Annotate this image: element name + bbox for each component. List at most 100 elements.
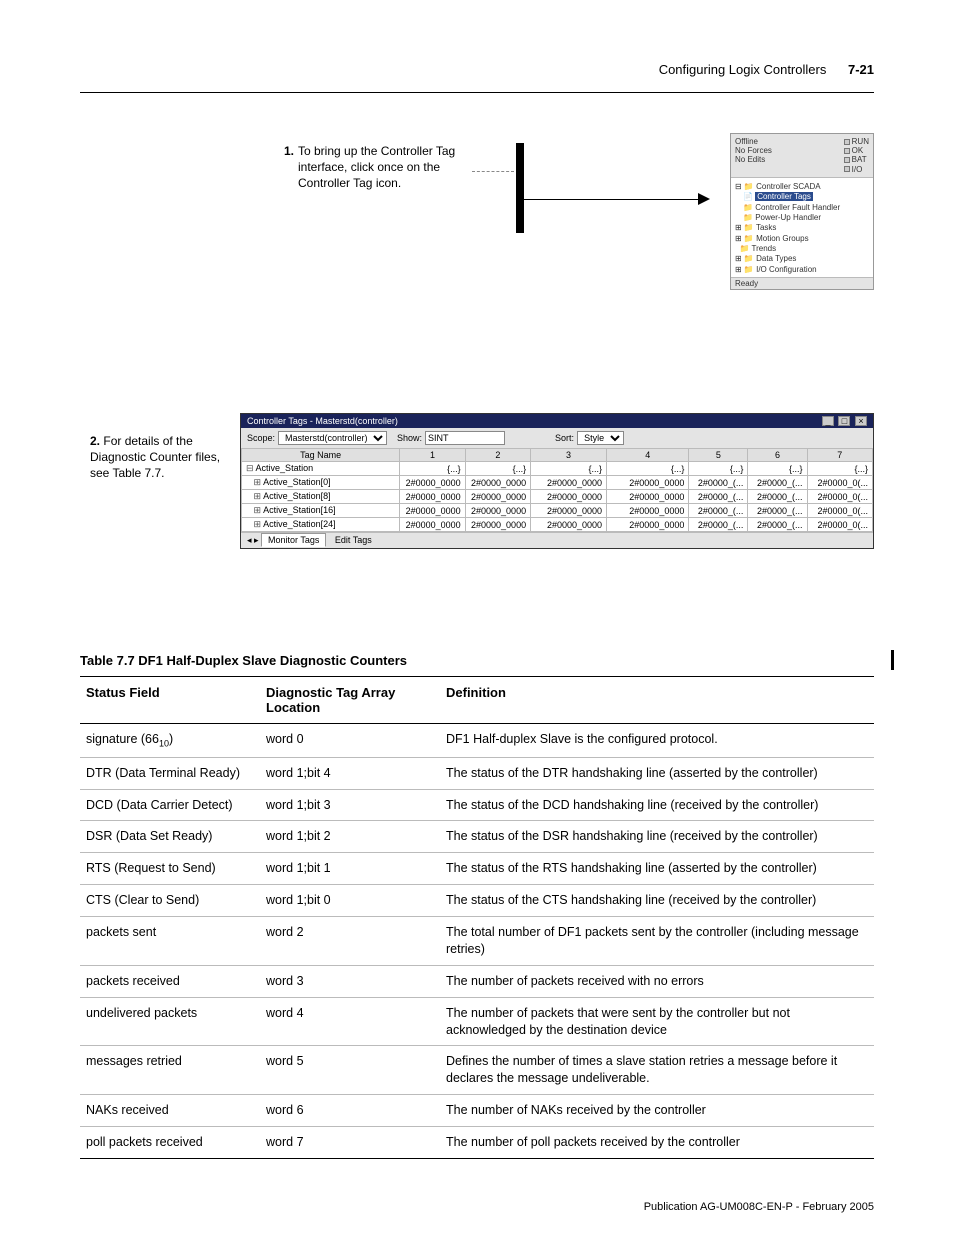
table-row[interactable]: ⊞Active_Station[16]2#0000_00002#0000_000…	[242, 504, 873, 518]
tab-monitor[interactable]: Monitor Tags	[261, 533, 326, 547]
tag-name-cell[interactable]: ⊟Active_Station	[242, 462, 400, 476]
table-row[interactable]: ⊞Active_Station[24]2#0000_00002#0000_000…	[242, 518, 873, 532]
value-cell[interactable]: 2#0000_0000	[607, 504, 689, 518]
tab-edit[interactable]: Edit Tags	[329, 534, 378, 546]
value-cell[interactable]: {...}	[465, 462, 530, 476]
value-cell[interactable]: {...}	[748, 462, 807, 476]
table-row: NAKs receivedword 6The number of NAKs re…	[80, 1095, 874, 1127]
value-cell[interactable]: 2#0000_0000	[465, 490, 530, 504]
status-field-cell: poll packets received	[80, 1127, 260, 1159]
minimize-icon[interactable]: _	[822, 416, 834, 426]
definition-cell: The status of the CTS handshaking line (…	[440, 885, 874, 917]
value-cell[interactable]: 2#0000_0000	[531, 504, 607, 518]
tree-io-config[interactable]: ⊞ 📁 I/O Configuration	[735, 265, 869, 275]
value-cell[interactable]: {...}	[807, 462, 873, 476]
value-cell[interactable]: 2#0000_(...	[748, 476, 807, 490]
value-cell[interactable]: 2#0000_0000	[531, 476, 607, 490]
table-row: DCD (Data Carrier Detect)word 1;bit 3The…	[80, 789, 874, 821]
tags-tabs: ◂ ▸ Monitor Tags Edit Tags	[241, 532, 873, 548]
value-cell[interactable]: 2#0000_0000	[400, 504, 465, 518]
step2-text: 2. For details of the Diagnostic Counter…	[90, 433, 230, 482]
col-5[interactable]: 5	[689, 449, 748, 462]
col-7[interactable]: 7	[807, 449, 873, 462]
col-1[interactable]: 1	[400, 449, 465, 462]
definition-cell: The total number of DF1 packets sent by …	[440, 917, 874, 966]
tag-name-cell[interactable]: ⊞Active_Station[0]	[242, 476, 400, 490]
table-row: messages retriedword 5Defines the number…	[80, 1046, 874, 1095]
value-cell[interactable]: 2#0000_0000	[607, 476, 689, 490]
th-status-field: Status Field	[80, 677, 260, 724]
close-icon[interactable]: ×	[855, 416, 867, 426]
value-cell[interactable]: 2#0000_0(...	[807, 476, 873, 490]
value-cell[interactable]: 2#0000_(...	[748, 490, 807, 504]
definition-cell: The status of the DSR handshaking line (…	[440, 821, 874, 853]
diagnostic-counters-table: Status Field Diagnostic Tag Array Locati…	[80, 676, 874, 1159]
value-cell[interactable]: {...}	[400, 462, 465, 476]
led-run-row: RUN	[844, 137, 869, 146]
col-tagname[interactable]: Tag Name	[242, 449, 400, 462]
expand-icon[interactable]: ⊞	[254, 491, 262, 501]
maximize-icon[interactable]: □	[838, 416, 850, 426]
tag-name-cell[interactable]: ⊞Active_Station[24]	[242, 518, 400, 532]
value-cell[interactable]: {...}	[689, 462, 748, 476]
col-6[interactable]: 6	[748, 449, 807, 462]
col-3[interactable]: 3	[531, 449, 607, 462]
project-tree[interactable]: ⊟ 📁 Controller SCADA 📄 Controller Tags 📁…	[731, 177, 873, 278]
value-cell[interactable]: 2#0000_(...	[689, 490, 748, 504]
controller-status-bar: Offline No Forces No Edits RUN OK BAT I/…	[731, 134, 873, 177]
col-4[interactable]: 4	[607, 449, 689, 462]
scope-select[interactable]: Masterstd(controller)	[278, 431, 387, 445]
expand-icon[interactable]: ⊞	[254, 477, 262, 487]
leader-line	[472, 171, 514, 172]
value-cell[interactable]: 2#0000_(...	[689, 476, 748, 490]
definition-cell: The status of the DTR handshaking line (…	[440, 757, 874, 789]
value-cell[interactable]: 2#0000_0000	[400, 518, 465, 532]
value-cell[interactable]: 2#0000_0000	[531, 518, 607, 532]
col-2[interactable]: 2	[465, 449, 530, 462]
value-cell[interactable]: 2#0000_0000	[607, 490, 689, 504]
status-field-cell: DTR (Data Terminal Ready)	[80, 757, 260, 789]
tree-datatypes[interactable]: ⊞ 📁 Data Types	[735, 254, 869, 264]
value-cell[interactable]: 2#0000_0(...	[807, 504, 873, 518]
value-cell[interactable]: 2#0000_(...	[748, 504, 807, 518]
tag-name-cell[interactable]: ⊞Active_Station[8]	[242, 490, 400, 504]
definition-cell: DF1 Half-duplex Slave is the configured …	[440, 724, 874, 758]
tag-name-cell[interactable]: ⊞Active_Station[16]	[242, 504, 400, 518]
tree-controller-tags[interactable]: 📄 Controller Tags	[735, 192, 869, 202]
table-row[interactable]: ⊞Active_Station[0]2#0000_00002#0000_0000…	[242, 476, 873, 490]
value-cell[interactable]: 2#0000_0000	[400, 490, 465, 504]
tree-fault-handler[interactable]: 📁 Controller Fault Handler	[735, 203, 869, 213]
expand-icon[interactable]: ⊞	[254, 505, 262, 515]
tree-motion-groups[interactable]: ⊞ 📁 Motion Groups	[735, 234, 869, 244]
value-cell[interactable]: 2#0000_0000	[400, 476, 465, 490]
tree-powerup-handler[interactable]: 📁 Power-Up Handler	[735, 213, 869, 223]
definition-cell: The number of packets received with no e…	[440, 965, 874, 997]
value-cell[interactable]: {...}	[607, 462, 689, 476]
location-cell: word 3	[260, 965, 440, 997]
value-cell[interactable]: {...}	[531, 462, 607, 476]
show-input[interactable]	[425, 431, 505, 445]
window-titlebar[interactable]: Controller Tags - Masterstd(controller) …	[241, 414, 873, 428]
tags-grid[interactable]: Tag Name 1 2 3 4 5 6 7 ⊟Active_Station{.…	[241, 448, 873, 532]
tree-root[interactable]: ⊟ 📁 Controller SCADA	[735, 182, 869, 192]
value-cell[interactable]: 2#0000_0000	[465, 476, 530, 490]
table-row[interactable]: ⊟Active_Station{...}{...}{...}{...}{...}…	[242, 462, 873, 476]
value-cell[interactable]: 2#0000_(...	[748, 518, 807, 532]
value-cell[interactable]: 2#0000_(...	[689, 518, 748, 532]
expand-icon[interactable]: ⊟	[246, 463, 254, 473]
value-cell[interactable]: 2#0000_0000	[607, 518, 689, 532]
table-row: poll packets receivedword 7The number of…	[80, 1127, 874, 1159]
tree-tasks[interactable]: ⊞ 📁 Tasks	[735, 223, 869, 233]
value-cell[interactable]: 2#0000_0000	[531, 490, 607, 504]
value-cell[interactable]: 2#0000_0(...	[807, 490, 873, 504]
table-row[interactable]: ⊞Active_Station[8]2#0000_00002#0000_0000…	[242, 490, 873, 504]
value-cell[interactable]: 2#0000_0000	[465, 504, 530, 518]
sort-select[interactable]: Style	[577, 431, 624, 445]
status-field-cell: CTS (Clear to Send)	[80, 885, 260, 917]
value-cell[interactable]: 2#0000_(...	[689, 504, 748, 518]
tree-trends[interactable]: 📁 Trends	[735, 244, 869, 254]
led-bat-row: BAT	[844, 155, 869, 164]
value-cell[interactable]: 2#0000_0(...	[807, 518, 873, 532]
expand-icon[interactable]: ⊞	[254, 519, 262, 529]
value-cell[interactable]: 2#0000_0000	[465, 518, 530, 532]
